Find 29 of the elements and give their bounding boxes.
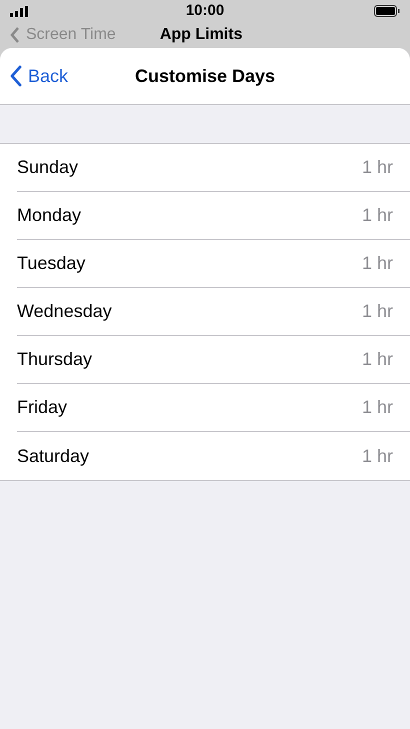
day-row[interactable]: Thursday 1 hr (17, 336, 410, 384)
day-label: Sunday (17, 156, 78, 179)
limit-value: 1 hr (362, 444, 393, 468)
day-row[interactable]: Saturday 1 hr (17, 432, 410, 480)
limit-value: 1 hr (362, 252, 393, 275)
day-row[interactable]: Tuesday 1 hr (17, 240, 410, 288)
day-label: Monday (17, 204, 82, 227)
day-row[interactable]: Friday 1 hr (17, 384, 410, 432)
day-row[interactable]: Wednesday 1 hr (17, 288, 410, 336)
day-label: Wednesday (17, 300, 112, 323)
signal-icon (10, 6, 28, 16)
back-button[interactable]: Back (0, 62, 68, 90)
battery-icon (374, 5, 400, 17)
screen-title: Customise Days (134, 64, 276, 88)
day-label: Friday (17, 396, 68, 419)
day-row[interactable]: Monday 1 hr (17, 192, 410, 240)
day-label: Tuesday (17, 252, 86, 275)
status-time: 10:00 (186, 0, 224, 21)
chevron-left-icon (10, 65, 22, 87)
background-title: App Limits (160, 25, 242, 45)
chevron-left-icon (10, 26, 20, 44)
limit-value: 1 hr (362, 204, 393, 227)
day-label: Thursday (17, 348, 92, 371)
day-label: Saturday (17, 444, 90, 468)
day-row[interactable]: Sunday 1 hr (17, 144, 410, 192)
limit-value: 1 hr (362, 300, 393, 323)
limit-value: 1 hr (362, 156, 393, 179)
limit-value: 1 hr (362, 348, 393, 371)
limit-value: 1 hr (362, 396, 393, 419)
